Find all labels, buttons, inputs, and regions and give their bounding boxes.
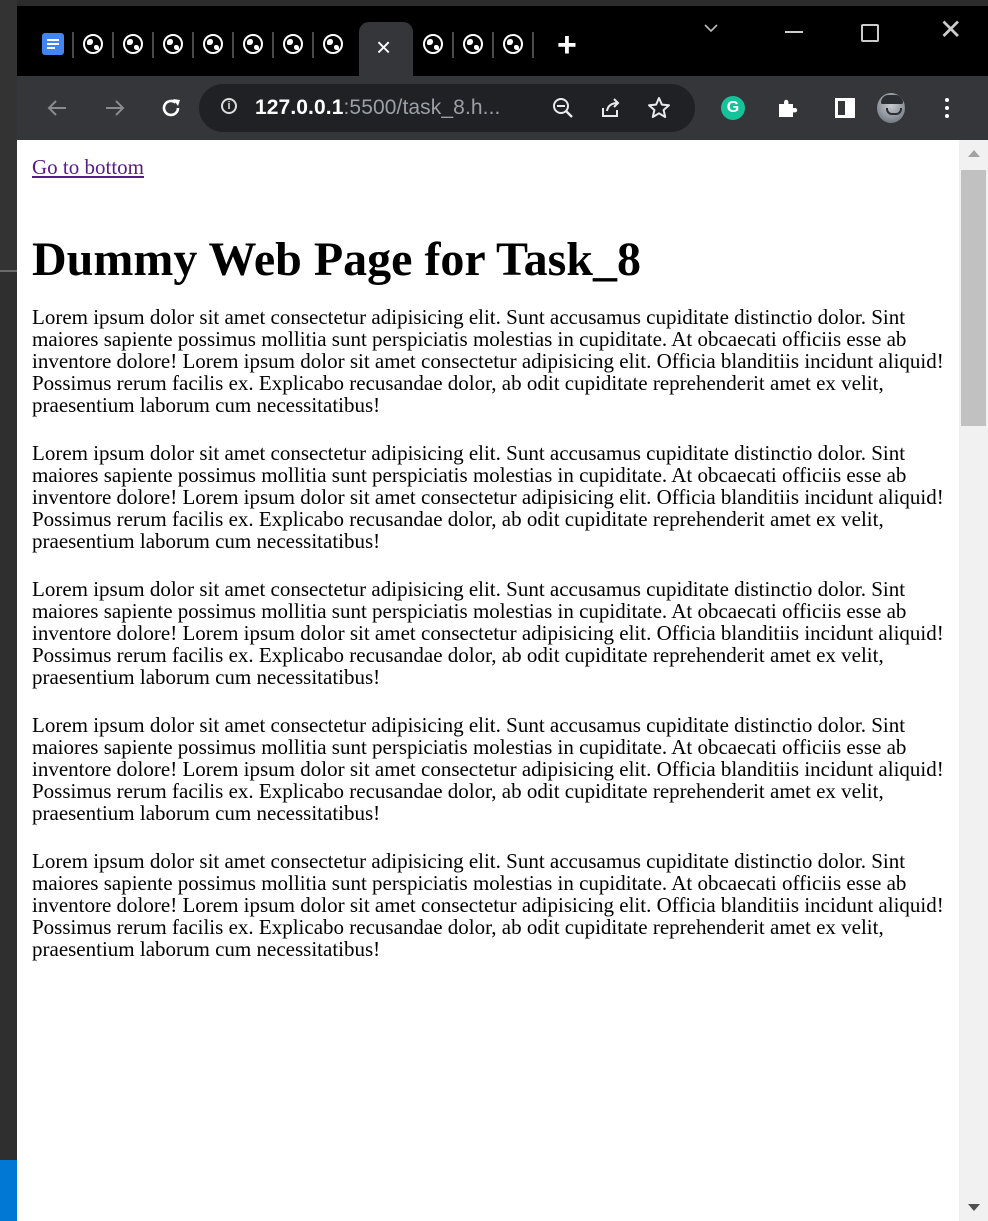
tab-separator [192, 32, 194, 58]
back-button[interactable] [43, 94, 71, 122]
tab-3[interactable] [161, 32, 185, 56]
paragraph: Lorem ipsum dolor sit amet consectetur a… [32, 441, 944, 553]
tab-4[interactable] [201, 32, 225, 56]
tab-strip: × + ✕ [17, 6, 988, 76]
background-accent [0, 1160, 17, 1221]
grammarly-extension-button[interactable]: G [719, 94, 747, 122]
docs-icon [42, 33, 64, 55]
side-panel-icon [835, 98, 855, 118]
tab-5[interactable] [241, 32, 265, 56]
page-title: Dummy Web Page for Task_8 [32, 233, 641, 286]
reload-icon [162, 99, 180, 117]
zoom-icon[interactable] [551, 96, 575, 120]
globe-icon [203, 34, 223, 54]
forward-arrow-icon [106, 100, 125, 116]
active-tab[interactable]: × [359, 22, 413, 76]
back-arrow-icon [47, 100, 66, 116]
paragraph: Lorem ipsum dolor sit amet consectetur a… [32, 577, 944, 689]
grammarly-icon: G [721, 96, 745, 120]
share-icon[interactable] [599, 96, 623, 120]
browser-window: × + ✕ i 127.0.0.1:5500/task_8.h... G Go … [17, 6, 988, 1221]
extensions-button[interactable] [773, 94, 801, 122]
globe-icon [243, 34, 263, 54]
profile-button[interactable] [877, 93, 905, 123]
scroll-down-arrow-icon[interactable] [968, 1204, 980, 1211]
background-window-strip [0, 0, 17, 1221]
globe-icon [123, 34, 143, 54]
globe-icon [423, 34, 443, 54]
tab-separator [532, 32, 534, 58]
site-info-icon[interactable]: i [221, 98, 237, 114]
globe-icon [283, 34, 303, 54]
bookmark-star-icon[interactable] [647, 96, 671, 120]
tab-2[interactable] [121, 32, 145, 56]
tab-search-chevron-icon[interactable] [703, 20, 719, 36]
tab-7[interactable] [321, 32, 345, 56]
paragraph: Lorem ipsum dolor sit amet consectetur a… [32, 849, 944, 961]
background-divider [0, 270, 17, 272]
avatar [877, 93, 905, 123]
maximize-button[interactable] [861, 24, 879, 42]
globe-icon [83, 34, 103, 54]
close-tab-icon[interactable]: × [376, 34, 391, 60]
tab-8[interactable] [421, 32, 445, 56]
paragraph: Lorem ipsum dolor sit amet consectetur a… [32, 305, 944, 417]
scrollbar-thumb[interactable] [961, 170, 986, 426]
tab-separator [272, 32, 274, 58]
reload-button[interactable] [157, 94, 185, 122]
minimize-button[interactable] [785, 31, 803, 33]
page-content: Go to bottom Dummy Web Page for Task_8 L… [32, 140, 952, 960]
page-viewport: Go to bottom Dummy Web Page for Task_8 L… [17, 140, 988, 1221]
tab-separator [312, 32, 314, 58]
vertical-scrollbar[interactable] [959, 140, 988, 1221]
paragraph: Lorem ipsum dolor sit amet consectetur a… [32, 713, 944, 825]
go-to-bottom-link[interactable]: Go to bottom [32, 154, 952, 180]
new-tab-button[interactable]: + [557, 28, 577, 62]
tab-6[interactable] [281, 32, 305, 56]
browser-toolbar: i 127.0.0.1:5500/task_8.h... G [17, 76, 988, 140]
tab-separator [232, 32, 234, 58]
globe-icon [163, 34, 183, 54]
globe-icon [323, 34, 343, 54]
window-close-button[interactable]: ✕ [939, 16, 962, 44]
tab-separator [452, 32, 454, 58]
tab-10[interactable] [501, 32, 525, 56]
globe-icon [503, 34, 523, 54]
tab-separator [152, 32, 154, 58]
tab-separator [72, 32, 74, 58]
puzzle-icon [779, 99, 798, 117]
menu-kebab-icon[interactable] [945, 98, 949, 122]
background-panel [0, 0, 17, 270]
tab-docs[interactable] [41, 32, 65, 56]
forward-button[interactable] [101, 94, 129, 122]
tab-separator [112, 32, 114, 58]
tab-separator [492, 32, 494, 58]
tab-9[interactable] [461, 32, 485, 56]
side-panel-button[interactable] [831, 94, 859, 122]
scroll-up-arrow-icon[interactable] [968, 150, 980, 157]
globe-icon [463, 34, 483, 54]
url-text[interactable]: 127.0.0.1:5500/task_8.h... [255, 96, 500, 120]
tab-1[interactable] [81, 32, 105, 56]
address-bar[interactable]: i 127.0.0.1:5500/task_8.h... [199, 84, 695, 132]
